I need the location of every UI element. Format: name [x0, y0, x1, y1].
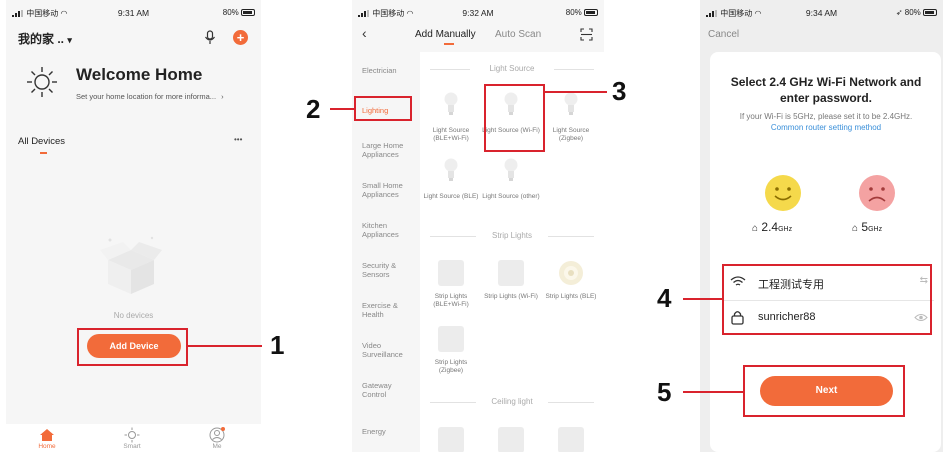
home-screen: 中国移动 ◠ 9:31 AM 80% 我的家 .. ▾ + Welcome Ho…	[6, 0, 261, 452]
band-24ghz-label: ⌂ 2.4GHz	[752, 220, 792, 234]
callout-box-3	[484, 84, 545, 152]
section-ceiling-light: Ceiling light	[491, 397, 533, 406]
router-icon: ⌂	[852, 223, 859, 234]
callout-box-5	[743, 365, 905, 417]
sad-face-icon	[859, 175, 895, 211]
tab-indicator	[444, 43, 454, 45]
location-prompt[interactable]: Set your home location for more informa.…	[76, 92, 224, 101]
scan-icon[interactable]	[580, 28, 593, 41]
status-bar: 中国移动 ◠ 9:32 AM 80%	[352, 8, 604, 22]
bulb-icon	[444, 158, 458, 181]
sun-icon	[27, 67, 57, 97]
tile-strip-lights-wifi[interactable]: Strip Lights (Wi-Fi)	[482, 293, 540, 301]
battery-percent: 80%	[565, 8, 582, 17]
section-light-source: Light Source	[489, 64, 535, 73]
profile-icon[interactable]	[209, 427, 225, 443]
tab-smart[interactable]: Smart	[112, 443, 152, 450]
battery-percent: 80%	[904, 8, 921, 17]
category-small-home-appliances[interactable]: Small Home Appliances	[362, 181, 412, 199]
microphone-icon[interactable]	[204, 30, 216, 45]
band-5-unit: GHz	[868, 226, 883, 233]
tile-strip-lights-zigbee[interactable]: Strip Lights (Zigbee)	[422, 359, 480, 375]
tile-light-source-zigbee[interactable]: Light Source (Zigbee)	[542, 127, 600, 143]
home-name: 我的家 ..	[18, 32, 65, 46]
welcome-title: Welcome Home	[76, 65, 203, 84]
callout-line-5	[683, 391, 743, 393]
callout-box-2	[354, 96, 412, 121]
add-plus-button[interactable]: +	[233, 30, 248, 45]
tile-light-source-ble-wifi[interactable]: Light Source (BLE+Wi-Fi)	[422, 127, 480, 143]
add-device-screen: 中国移动 ◠ 9:32 AM 80% ‹ Add Manually Auto S…	[352, 0, 604, 452]
callout-line-2	[330, 108, 354, 110]
chevron-right-icon: ›	[221, 92, 224, 101]
ceiling-light-image	[438, 427, 464, 452]
more-options-icon[interactable]: •••	[234, 135, 242, 144]
ceiling-light-image	[558, 427, 584, 452]
callout-box-1	[77, 328, 188, 366]
wifi-hint-text: If your Wi-Fi is 5GHz, please set it to …	[739, 112, 913, 121]
strip-light-image	[438, 260, 464, 286]
tab-indicator	[40, 152, 47, 154]
home-selector[interactable]: 我的家 .. ▾	[18, 30, 72, 47]
callout-number-5: 5	[657, 377, 672, 407]
welcome-subtitle: Set your home location for more informa.…	[76, 92, 217, 101]
empty-devices-text: No devices	[113, 311, 154, 320]
status-bar: 中国移动 ◠ 9:31 AM 80%	[6, 8, 261, 22]
category-security-sensors[interactable]: Security & Sensors	[362, 261, 406, 279]
router-icon: ⌂	[752, 223, 759, 234]
back-arrow-icon[interactable]: ‹	[362, 25, 367, 41]
band-5ghz-label: ⌂ 5GHz	[852, 220, 882, 234]
category-video-surveillance[interactable]: Video Surveillance	[362, 341, 412, 359]
all-devices-tab[interactable]: All Devices	[18, 136, 65, 147]
callout-box-4	[722, 264, 932, 335]
battery-icon	[923, 9, 937, 16]
smart-sun-icon[interactable]	[124, 427, 140, 443]
tile-light-source-ble[interactable]: Light Source (BLE)	[422, 193, 480, 201]
tile-strip-lights-ble[interactable]: Strip Lights (BLE)	[542, 293, 600, 301]
tile-light-source-other[interactable]: Light Source (other)	[482, 193, 540, 201]
tab-home[interactable]: Home	[27, 443, 67, 450]
category-gateway-control[interactable]: Gateway Control	[362, 381, 406, 399]
empty-box-icon	[100, 236, 162, 294]
category-kitchen-appliances[interactable]: Kitchen Appliances	[362, 221, 410, 239]
location-arrow-icon: ➶	[895, 8, 903, 17]
home-icon[interactable]	[39, 428, 55, 442]
strip-light-image	[498, 260, 524, 286]
category-electrician[interactable]: Electrician	[362, 66, 418, 75]
battery-percent: 80%	[222, 8, 239, 17]
strip-light-reel-icon	[559, 261, 583, 285]
cancel-button[interactable]: Cancel	[708, 29, 739, 40]
ceiling-light-image	[498, 427, 524, 452]
strip-light-image	[438, 326, 464, 352]
band-24-unit: GHz	[778, 226, 793, 233]
tile-strip-lights-ble-wifi[interactable]: Strip Lights (BLE+Wi-Fi)	[422, 293, 480, 309]
category-energy[interactable]: Energy	[362, 427, 418, 436]
band-24-value: 2.4	[761, 220, 779, 234]
callout-line-4	[683, 298, 722, 300]
status-bar: 中国移动 ◠ 9:34 AM ➶ 80%	[700, 8, 943, 22]
battery-icon	[584, 9, 598, 16]
tab-me[interactable]: Me	[197, 443, 237, 450]
callout-number-1: 1	[270, 330, 285, 360]
router-setting-link[interactable]: Common router setting method	[771, 123, 881, 132]
callout-line-3	[545, 91, 607, 93]
callout-line-1	[188, 345, 262, 347]
wifi-hint: If your Wi-Fi is 5GHz, please set it to …	[724, 111, 928, 133]
chevron-down-icon: ▾	[67, 35, 72, 45]
section-strip-lights: Strip Lights	[491, 231, 533, 240]
callout-number-2: 2	[306, 94, 321, 124]
callout-number-4: 4	[657, 283, 672, 313]
tab-add-manually[interactable]: Add Manually	[415, 29, 476, 40]
callout-number-3: 3	[612, 76, 627, 106]
wifi-setup-title: Select 2.4 GHz Wi-Fi Network and enter p…	[730, 75, 922, 105]
happy-face-icon	[765, 175, 801, 211]
bulb-icon	[444, 92, 458, 115]
tab-auto-scan[interactable]: Auto Scan	[495, 29, 541, 40]
battery-icon	[241, 9, 255, 16]
bulb-icon	[564, 92, 578, 115]
category-large-home-appliances[interactable]: Large Home Appliances	[362, 141, 412, 159]
tab-bar: Home Smart Me	[6, 424, 261, 452]
category-exercise-health[interactable]: Exercise & Health	[362, 301, 406, 319]
bulb-icon	[504, 158, 518, 181]
